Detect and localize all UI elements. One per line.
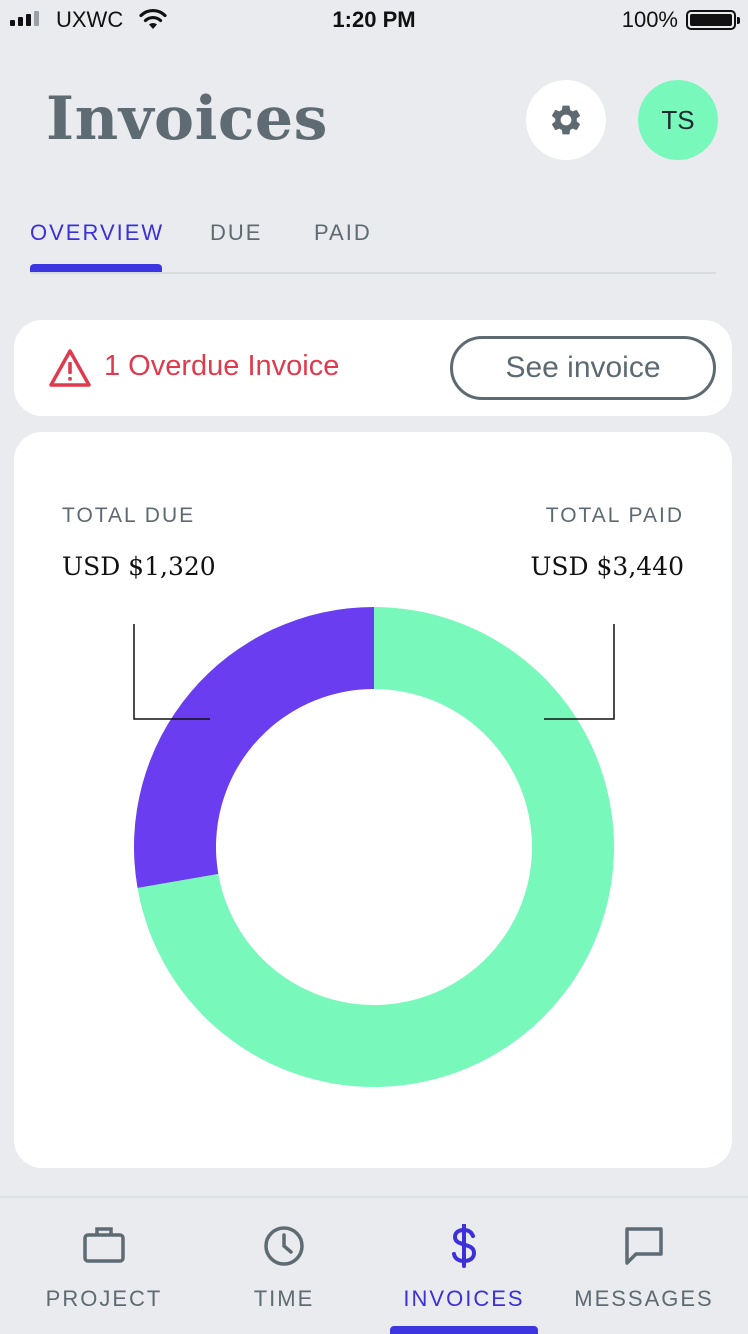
nav-label-time: TIME: [253, 1286, 315, 1311]
see-invoice-button[interactable]: See invoice: [450, 336, 716, 400]
invoice-donut-chart: [133, 607, 615, 1087]
avatar[interactable]: TS: [638, 80, 718, 160]
nav-active-indicator: [390, 1326, 538, 1334]
battery-icon: [686, 10, 740, 30]
gear-icon: [551, 105, 581, 135]
settings-button[interactable]: [526, 80, 606, 160]
tab-overview[interactable]: OVERVIEW: [30, 220, 164, 246]
message-icon: [625, 1227, 663, 1265]
invoice-summary-card: TOTAL DUE USD $1,320 TOTAL PAID USD $3,4…: [14, 432, 732, 1168]
page-title: Invoices: [46, 84, 328, 154]
nav-project[interactable]: PROJECT: [14, 1198, 194, 1334]
warning-icon: [49, 349, 91, 387]
nav-invoices[interactable]: INVOICES: [374, 1198, 554, 1334]
nav-label-project: PROJECT: [45, 1286, 163, 1311]
tab-due[interactable]: DUE: [210, 220, 262, 246]
dollar-icon: [452, 1224, 477, 1268]
tab-bar: OVERVIEW DUE PAID: [30, 216, 716, 274]
battery-percent: 100%: [621, 7, 678, 32]
tab-paid[interactable]: PAID: [314, 220, 372, 246]
tab-active-indicator: [30, 264, 162, 272]
bottom-navigation: PROJECT TIME INVOICES MESSAGES: [0, 1196, 748, 1334]
nav-time[interactable]: TIME: [194, 1198, 374, 1334]
overdue-alert-card: 1 Overdue Invoice See invoice: [14, 320, 732, 416]
avatar-initials: TS: [661, 104, 695, 135]
clock-icon: [264, 1226, 304, 1266]
nav-messages[interactable]: MESSAGES: [554, 1198, 734, 1334]
nav-label-invoices: INVOICES: [403, 1286, 525, 1311]
briefcase-icon: [83, 1227, 125, 1263]
status-bar: UXWC 1:20 PM 100%: [0, 0, 748, 40]
donut-slice-total-due: [134, 607, 374, 888]
overdue-invoice-text: 1 Overdue Invoice: [104, 350, 340, 382]
nav-label-messages: MESSAGES: [574, 1286, 714, 1311]
